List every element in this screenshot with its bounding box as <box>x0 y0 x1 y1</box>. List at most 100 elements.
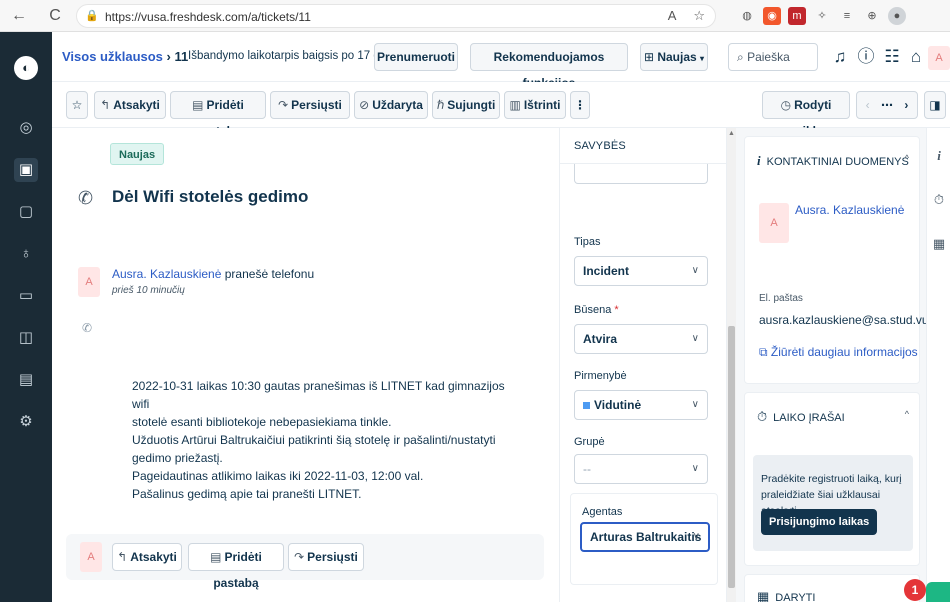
pager-more-icon[interactable]: ⋯ <box>881 98 893 112</box>
priority-color-icon <box>583 402 590 409</box>
search-input[interactable]: ⌕ Paieška <box>728 43 818 71</box>
collapse-chevron-icon[interactable]: ^ <box>905 409 909 419</box>
reply-button[interactable]: ↰ Atsakyti <box>94 91 166 119</box>
requester-avatar: A <box>78 267 100 297</box>
log-time-button[interactable]: Prisijungimo laikas <box>761 509 878 535</box>
profile-icon[interactable]: ● <box>888 7 906 25</box>
agent-select[interactable]: Arturas Baltrukaitis ∨ <box>580 522 710 552</box>
collapse-chevron-icon[interactable]: ^ <box>905 153 909 163</box>
more-info-link[interactable]: ⧉ Žiūrėti daugiau informacijos <box>759 345 918 360</box>
recommended-features-button[interactable]: Rekomenduojamos funkcijos <box>470 43 628 90</box>
time-entries-title-text: LAIKO ĮRAŠAI <box>773 412 845 424</box>
status-label: Būsena * <box>574 304 619 316</box>
priority-value: Vidutinė <box>594 398 642 412</box>
new-label: Naujas <box>657 50 697 64</box>
more-actions-button[interactable]: ⋮ <box>570 91 590 119</box>
show-activity-button[interactable]: ◷Rodyti veiklą <box>762 91 850 138</box>
apps-icon[interactable]: ☷ <box>880 45 904 69</box>
todo-title[interactable]: ▦ DARYTI <box>757 589 815 602</box>
group-value: -- <box>583 462 591 476</box>
priority-select[interactable]: Vidutinė ∨ <box>574 390 708 420</box>
url-text: https://vusa.freshdesk.com/a/tickets/11 <box>105 10 311 24</box>
time-entries-empty-state: Pradėkite registruoti laiką, kurį pralei… <box>753 455 913 551</box>
forward-bottom-button[interactable]: ↷ Persiųsti <box>288 543 364 571</box>
phone-source-icon: ✆ <box>82 321 93 335</box>
notification-count-badge[interactable]: 1 <box>904 579 926 601</box>
ticket-toolbar: ☆ ↰Atsakyti ▤Pridėti pastabą ↷Persiųsti … <box>52 82 950 138</box>
new-dropdown-button[interactable]: ⊞ Naujas ▾ <box>640 43 708 71</box>
body-line: Užduotis Artūrui Baltrukaičiui patikrint… <box>132 433 496 447</box>
merge-button[interactable]: ℏ Sujungti <box>432 91 500 119</box>
forward-label: Persiųsti <box>291 98 342 112</box>
body-line: stotelė esanti bibliotekoje nebepasiekia… <box>132 415 392 429</box>
stopwatch-icon[interactable]: ⏱ <box>932 192 946 208</box>
marketplace-icon[interactable]: ⌂ <box>904 45 928 69</box>
type-select[interactable]: Incident ∨ <box>574 256 708 286</box>
collections-icon[interactable]: ⊕ <box>863 7 881 25</box>
extension-icon[interactable]: ◍ <box>738 7 756 25</box>
requester-name-link[interactable]: Ausra. Kazlauskienė <box>112 267 221 281</box>
contacts-icon[interactable]: ▢ <box>14 200 38 224</box>
reload-icon[interactable]: C <box>44 5 66 27</box>
address-bar[interactable]: 🔒 https://vusa.freshdesk.com/a/tickets/1… <box>76 4 716 28</box>
prev-ticket-icon[interactable]: ‹ <box>866 98 870 112</box>
add-note-bottom-button[interactable]: ▤ Pridėti pastabą <box>188 543 284 590</box>
time-entries-title[interactable]: ⏱ LAIKO ĮRAŠAI <box>757 409 845 425</box>
reports-icon[interactable]: ▤ <box>14 368 38 392</box>
chat-widget-button[interactable] <box>926 582 950 602</box>
favorite-star-icon[interactable]: ☆ <box>693 8 705 23</box>
freshdesk-logo-icon[interactable]: ◐ <box>14 56 38 80</box>
extensions-puzzle-icon[interactable]: ✧ <box>813 7 831 25</box>
type-label: Tipas <box>574 236 601 248</box>
agent-label: Agentas <box>582 506 623 518</box>
knowledge-base-icon[interactable]: ▭ <box>14 284 38 308</box>
dashboard-icon[interactable]: ◎ <box>14 116 38 140</box>
app-sidebar: ◐ ◎ ▣ ▢ ♁ ▭ ◫ ▤ ⚙ <box>0 32 52 602</box>
add-note-button[interactable]: ▤Pridėti pastabą <box>170 91 266 138</box>
contact-name-link[interactable]: Ausra. Kazlauskienė <box>795 203 904 217</box>
properties-scrollbar[interactable]: ▲ <box>727 128 736 602</box>
toggle-panel-button[interactable]: ◨ <box>924 91 946 119</box>
back-icon[interactable]: ← <box>8 5 30 27</box>
reader-mode-icon[interactable]: A <box>668 8 676 23</box>
plus-box-icon: ⊞ <box>643 50 654 64</box>
subscribe-button[interactable]: Prenumeruoti <box>374 43 458 71</box>
body-line: Pageidautinas atlikimo laikas iki 2022-1… <box>132 469 424 483</box>
groups-icon[interactable]: ♁ <box>14 242 38 266</box>
status-select[interactable]: Atvira ∨ <box>574 324 708 354</box>
note-icon: ▤ <box>210 550 222 564</box>
ticket-subject: Dėl Wifi stotelės gedimo <box>112 187 309 206</box>
forward-button[interactable]: ↷ Persiųsti <box>270 91 350 119</box>
scroll-up-icon[interactable]: ▲ <box>727 130 736 137</box>
delete-button[interactable]: ▥ Ištrinti <box>504 91 566 119</box>
help-icon[interactable]: ⓘ <box>854 45 878 69</box>
tickets-icon[interactable]: ▣ <box>14 158 38 182</box>
close-ticket-button[interactable]: ⊘ Uždaryta <box>354 91 428 119</box>
all-tickets-link[interactable]: Visos užklausos <box>62 49 163 64</box>
calendar-icon[interactable]: ▦ <box>932 236 946 252</box>
extension-orange-icon[interactable]: ◉ <box>763 7 781 25</box>
required-marker: * <box>614 304 619 316</box>
notification-bell-icon[interactable]: ♫ <box>828 45 852 69</box>
contact-email[interactable]: ausra.kazlauskiene@sa.stud.vu.lt <box>759 313 938 327</box>
chevron-down-icon: ▾ <box>700 54 705 63</box>
group-select[interactable]: -- ∨ <box>574 454 708 484</box>
settings-gear-icon[interactable]: ⚙ <box>14 410 38 434</box>
favorites-list-icon[interactable]: ≡ <box>838 7 856 25</box>
canned-responses-icon[interactable]: ◫ <box>14 326 38 350</box>
contact-details-title[interactable]: i KONTAKTINIAI DUOMENYS <box>757 153 909 169</box>
ticket-time: prieš 10 minučių <box>112 285 185 296</box>
next-ticket-icon[interactable]: › <box>904 98 908 112</box>
right-panels: i KONTAKTINIAI DUOMENYS ^ A Ausra. Kazlau… <box>736 128 938 602</box>
star-button[interactable]: ☆ <box>66 91 88 119</box>
time-entries-card: ⏱ LAIKO ĮRAŠAI ^ Pradėkite registruoti la… <box>744 392 920 566</box>
extension-red-icon[interactable]: m <box>788 7 806 25</box>
status-label-text: Būsena <box>574 304 612 316</box>
previous-field-select[interactable] <box>574 164 708 184</box>
reply-bottom-button[interactable]: ↰ Atsakyti <box>112 543 182 571</box>
scrollbar-thumb[interactable] <box>728 326 735 588</box>
user-avatar[interactable]: A <box>928 46 950 70</box>
info-icon[interactable]: i <box>932 148 946 164</box>
ticket-conversation: Naujas ✆ Dėl Wifi stotelės gedimo A Ausr… <box>52 128 559 602</box>
phone-icon: ✆ <box>78 188 94 208</box>
